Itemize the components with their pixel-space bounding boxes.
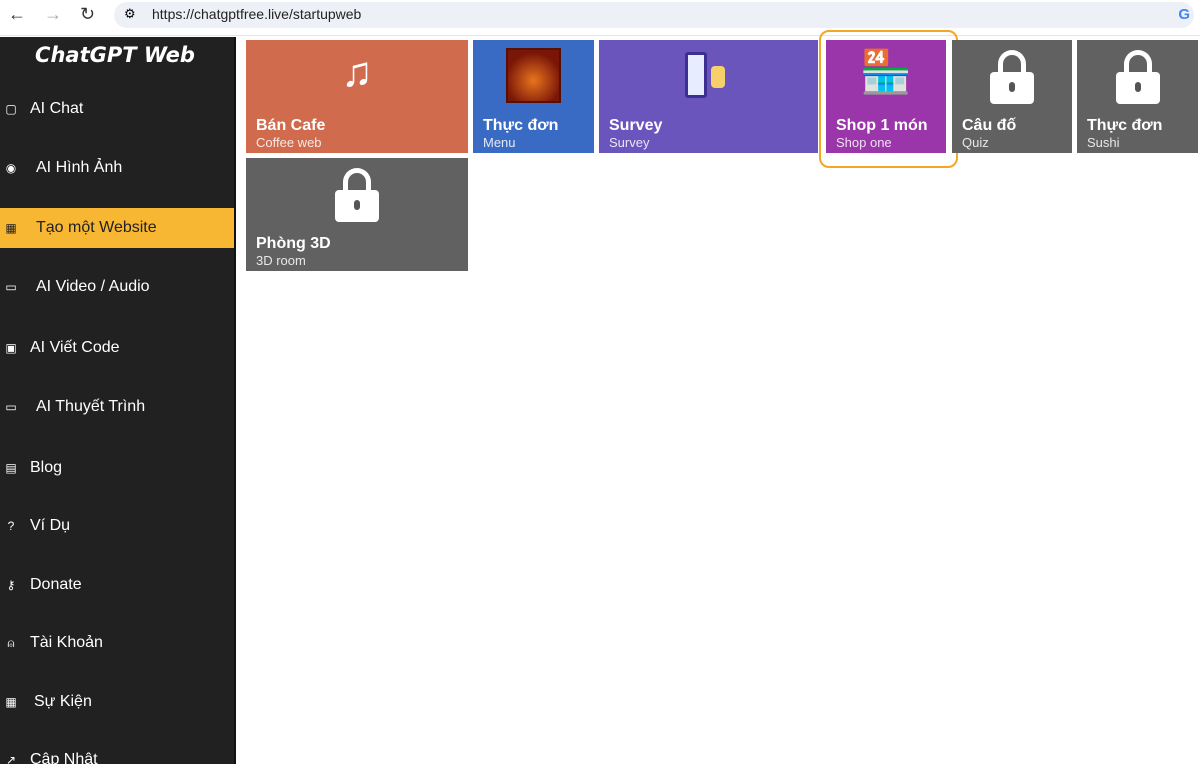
google-icon[interactable]: G bbox=[1178, 6, 1190, 23]
tile-title: Phòng 3D bbox=[256, 235, 331, 252]
discord-icon: ◉ bbox=[5, 161, 17, 175]
video-icon: ▭ bbox=[5, 280, 17, 294]
browser-toolbar: ← → ↻ ⚙ https://chatgptfree.live/startup… bbox=[0, 0, 1200, 36]
sidebar-item-label: AI Viết Code bbox=[30, 339, 120, 356]
sidebar-item-donate[interactable]: ⚷ Donate bbox=[0, 565, 234, 605]
video-icon: ▭ bbox=[5, 400, 17, 414]
sidebar: ChatGPT Web ▢ AI Chat ◉ AI Hình Ảnh ▦ Tạo m… bbox=[0, 37, 236, 768]
sidebar-item-updates[interactable]: ↗ Cập Nhật bbox=[0, 740, 234, 780]
code-icon: ▣ bbox=[5, 341, 17, 355]
sidebar-item-label: Tài Khoản bbox=[30, 634, 103, 651]
sidebar-item-ai-code[interactable]: ▣ AI Viết Code bbox=[0, 328, 234, 368]
sidebar-item-label: AI Thuyết Trình bbox=[36, 398, 146, 415]
sidebar-item-label: Blog bbox=[30, 459, 63, 476]
tile-title: Shop 1 món bbox=[836, 117, 928, 134]
tile-subtitle: 3D room bbox=[256, 253, 306, 268]
shop-icon: 🏪 bbox=[859, 48, 913, 95]
user-icon: ⍝ bbox=[7, 635, 15, 650]
music-note-icon: ♫ bbox=[341, 48, 373, 95]
sidebar-item-label: Tạo một Website bbox=[36, 219, 157, 236]
sidebar-item-label: Donate bbox=[30, 576, 82, 593]
tile-subtitle: Coffee web bbox=[256, 135, 322, 150]
app-logo: ChatGPT Web bbox=[35, 43, 195, 67]
tile-subtitle: Sushi bbox=[1087, 135, 1120, 150]
tile-menu[interactable]: Thực đơn Menu bbox=[473, 40, 594, 153]
tile-coffee[interactable]: ♫ Bán Cafe Coffee web bbox=[246, 40, 468, 153]
sidebar-item-ai-presentation[interactable]: ▭ AI Thuyết Trình bbox=[0, 387, 234, 427]
tile-title: Thực đơn bbox=[483, 117, 559, 134]
back-icon[interactable]: ← bbox=[8, 4, 26, 25]
blog-icon: ▤ bbox=[5, 461, 17, 475]
tile-3d-room[interactable]: Phòng 3D 3D room bbox=[246, 158, 468, 271]
site-settings-icon[interactable]: ⚙ bbox=[124, 6, 136, 22]
tile-title: Câu đố bbox=[962, 117, 1017, 134]
tile-title: Thực đơn bbox=[1087, 117, 1163, 134]
tile-survey[interactable]: Survey Survey bbox=[599, 40, 818, 153]
website-icon: ▦ bbox=[5, 221, 17, 235]
sidebar-item-blog[interactable]: ▤ Blog bbox=[0, 448, 234, 488]
forward-icon[interactable]: → bbox=[44, 4, 62, 25]
sidebar-item-label: Cập Nhật bbox=[30, 751, 98, 768]
address-bar[interactable]: ⚙ https://chatgptfree.live/startupweb G bbox=[114, 2, 1194, 28]
tile-title: Survey bbox=[609, 117, 663, 134]
external-link-icon: ↗ bbox=[5, 753, 17, 767]
lock-icon bbox=[1115, 50, 1160, 104]
sidebar-item-label: AI Video / Audio bbox=[36, 278, 150, 295]
tile-subtitle: Quiz bbox=[962, 135, 989, 150]
sidebar-item-label: AI Chat bbox=[30, 100, 84, 117]
sidebar-item-ai-video[interactable]: ▭ AI Video / Audio bbox=[0, 267, 234, 307]
url-text: https://chatgptfree.live/startupweb bbox=[152, 6, 362, 22]
tile-title: Bán Cafe bbox=[256, 117, 326, 134]
chat-icon: ▢ bbox=[5, 102, 17, 116]
tile-sushi[interactable]: Thực đơn Sushi bbox=[1077, 40, 1198, 153]
menu-image-icon bbox=[506, 48, 561, 103]
sidebar-item-label: AI Hình Ảnh bbox=[36, 159, 123, 176]
sidebar-item-label: Ví Dụ bbox=[30, 517, 71, 534]
person-illustration bbox=[711, 66, 725, 88]
reload-icon[interactable]: ↻ bbox=[80, 4, 95, 25]
tile-subtitle: Survey bbox=[609, 135, 650, 150]
key-icon: ⚷ bbox=[6, 578, 16, 592]
sidebar-item-ai-image[interactable]: ◉ AI Hình Ảnh bbox=[0, 148, 234, 188]
lock-icon bbox=[990, 50, 1034, 104]
sidebar-item-examples[interactable]: ? Ví Dụ bbox=[0, 506, 234, 546]
sidebar-item-account[interactable]: ⍝ Tài Khoản bbox=[0, 623, 234, 663]
tile-subtitle: Menu bbox=[483, 135, 516, 150]
sidebar-item-ai-chat[interactable]: ▢ AI Chat bbox=[0, 89, 234, 129]
tile-quiz[interactable]: Câu đố Quiz bbox=[952, 40, 1072, 153]
help-icon: ? bbox=[7, 519, 15, 533]
calendar-icon: ▦ bbox=[5, 695, 17, 709]
tile-shop-one[interactable]: 🏪 Shop 1 món Shop one bbox=[826, 40, 946, 153]
sidebar-item-label: Sự Kiện bbox=[34, 693, 92, 710]
lock-icon bbox=[335, 168, 379, 222]
tile-subtitle: Shop one bbox=[836, 135, 892, 150]
sidebar-item-create-website[interactable]: ▦ Tạo một Website bbox=[0, 208, 234, 248]
survey-illustration-icon bbox=[685, 52, 707, 98]
sidebar-item-events[interactable]: ▦ Sự Kiện bbox=[0, 682, 234, 722]
